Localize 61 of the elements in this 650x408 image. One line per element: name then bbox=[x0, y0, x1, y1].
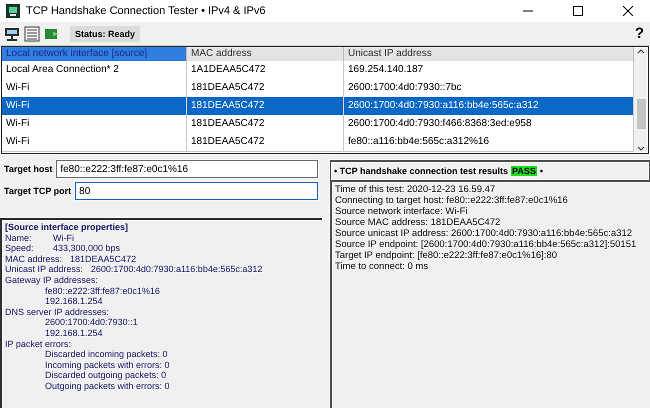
target-host-field[interactable]: fe80::e222:3ff:fe87:e0c1%16 bbox=[56, 160, 318, 178]
result-line: Source network interface: Wi-Fi bbox=[335, 206, 469, 217]
close-icon[interactable] bbox=[623, 6, 633, 16]
result-line: Connecting to target host: fe80::e222:3ff:fe87:e0c1%16 bbox=[335, 195, 569, 206]
result-line: Source unicast IP address: 2600:1700:4d0:7930:a116:bb4e:565c:a312 bbox=[335, 228, 634, 239]
results-title: • TCP handshake connection test results bbox=[334, 166, 508, 176]
table-cell[interactable]: Wi-Fi bbox=[2, 133, 187, 152]
property-value: Discarded incoming packets: 0 bbox=[45, 349, 168, 360]
properties-title: [Source interface properties] bbox=[5, 222, 130, 233]
property-value: 192.168.1.254 bbox=[45, 296, 103, 306]
list-icon[interactable] bbox=[24, 26, 40, 42]
result-line: Target IP endpoint: [fe80::e222:3ff:fe87:e0c1%16]:80 bbox=[335, 250, 558, 261]
scroll-down-icon[interactable] bbox=[637, 145, 645, 153]
property-label: MAC address: bbox=[5, 254, 62, 264]
scroll-up-icon[interactable] bbox=[637, 47, 645, 55]
target-host-label: Target host bbox=[4, 164, 52, 174]
property-label: Unicast IP address: bbox=[5, 264, 83, 275]
table-cell[interactable]: 181DEAA5C472 bbox=[187, 97, 344, 116]
property-value: Wi-Fi bbox=[53, 232, 74, 244]
result-line: Time to connect: 0 ms bbox=[335, 261, 430, 272]
property-value: 192.168.1.254 bbox=[45, 328, 103, 338]
window-title: TCP Handshake Connection Tester • IPv4 & IPv6 bbox=[26, 5, 266, 17]
table-cell[interactable]: 2600:1700:4d0:7930:a116:bb4e:565c:a312 bbox=[344, 97, 634, 116]
property-value: 2600:1700:4d0:7930:a116:bb4e:565c:a312 bbox=[90, 264, 262, 275]
property-value: Outgoing packets with errors: 0 bbox=[45, 380, 170, 391]
property-label: Gateway IP addresses: bbox=[5, 274, 98, 286]
column-header[interactable]: Unicast IP address bbox=[344, 47, 634, 61]
target-port-field[interactable]: 80 bbox=[75, 182, 318, 200]
table-cell[interactable]: Wi-Fi bbox=[2, 97, 187, 116]
property-label: DNS server IP addresses: bbox=[5, 306, 109, 318]
property-value: 2600:1700:4d0:7930::1 bbox=[45, 317, 138, 328]
property-value: fe80::e222:3ff:fe87:e0c1%16 bbox=[45, 286, 160, 296]
property-value: Incoming packets with errors: 0 bbox=[45, 360, 170, 370]
table-cell[interactable]: Wi-Fi bbox=[2, 79, 187, 98]
result-badge: PASS bbox=[511, 166, 537, 176]
property-label: Name: bbox=[5, 232, 33, 244]
table-cell[interactable]: 181DEAA5C472 bbox=[187, 79, 344, 98]
bullet-text: • bbox=[540, 166, 544, 176]
table-cell[interactable]: 181DEAA5C472 bbox=[187, 115, 344, 134]
scroll-thumb[interactable] bbox=[636, 99, 646, 129]
table-cell[interactable]: Wi-Fi bbox=[2, 115, 187, 134]
table-cell[interactable]: fe80::a116:bb4e:565c:a312%16 bbox=[344, 133, 634, 152]
property-label: IP packet errors: bbox=[5, 338, 71, 350]
property-value: 433,300,000 bps bbox=[53, 243, 120, 254]
table-cell[interactable]: 2600:1700:4d0:7930::7bc bbox=[344, 79, 634, 98]
target-port-label: Target TCP port bbox=[4, 186, 72, 196]
column-header[interactable]: MAC address bbox=[187, 47, 344, 61]
status-label: Status: Ready bbox=[70, 26, 140, 42]
result-line: Source IP endpoint: [2600:1700:4d0:7930:a116:bb4e:565c:a312]:50151 bbox=[335, 239, 638, 250]
table-cell[interactable]: 2600:1700:4d0:7930:f466:8368:3ed:e958 bbox=[344, 115, 634, 134]
help-button[interactable]: ? bbox=[634, 25, 646, 42]
app-icon bbox=[6, 4, 20, 18]
scrollbar[interactable] bbox=[634, 47, 648, 153]
property-label: Speed: bbox=[5, 243, 35, 254]
network-icon[interactable] bbox=[4, 26, 20, 42]
table-cell[interactable]: 181DEAA5C472 bbox=[187, 133, 344, 152]
maximize-icon[interactable] bbox=[573, 6, 583, 16]
property-value: 181DEAA5C472 bbox=[70, 254, 136, 264]
property-value: Discarded outgoing packets: 0 bbox=[45, 370, 166, 380]
result-line: Time of this test: 2020-12-23 16.59.47 bbox=[335, 184, 496, 195]
result-line: Source MAC address: 181DEAA5C472 bbox=[335, 217, 502, 228]
